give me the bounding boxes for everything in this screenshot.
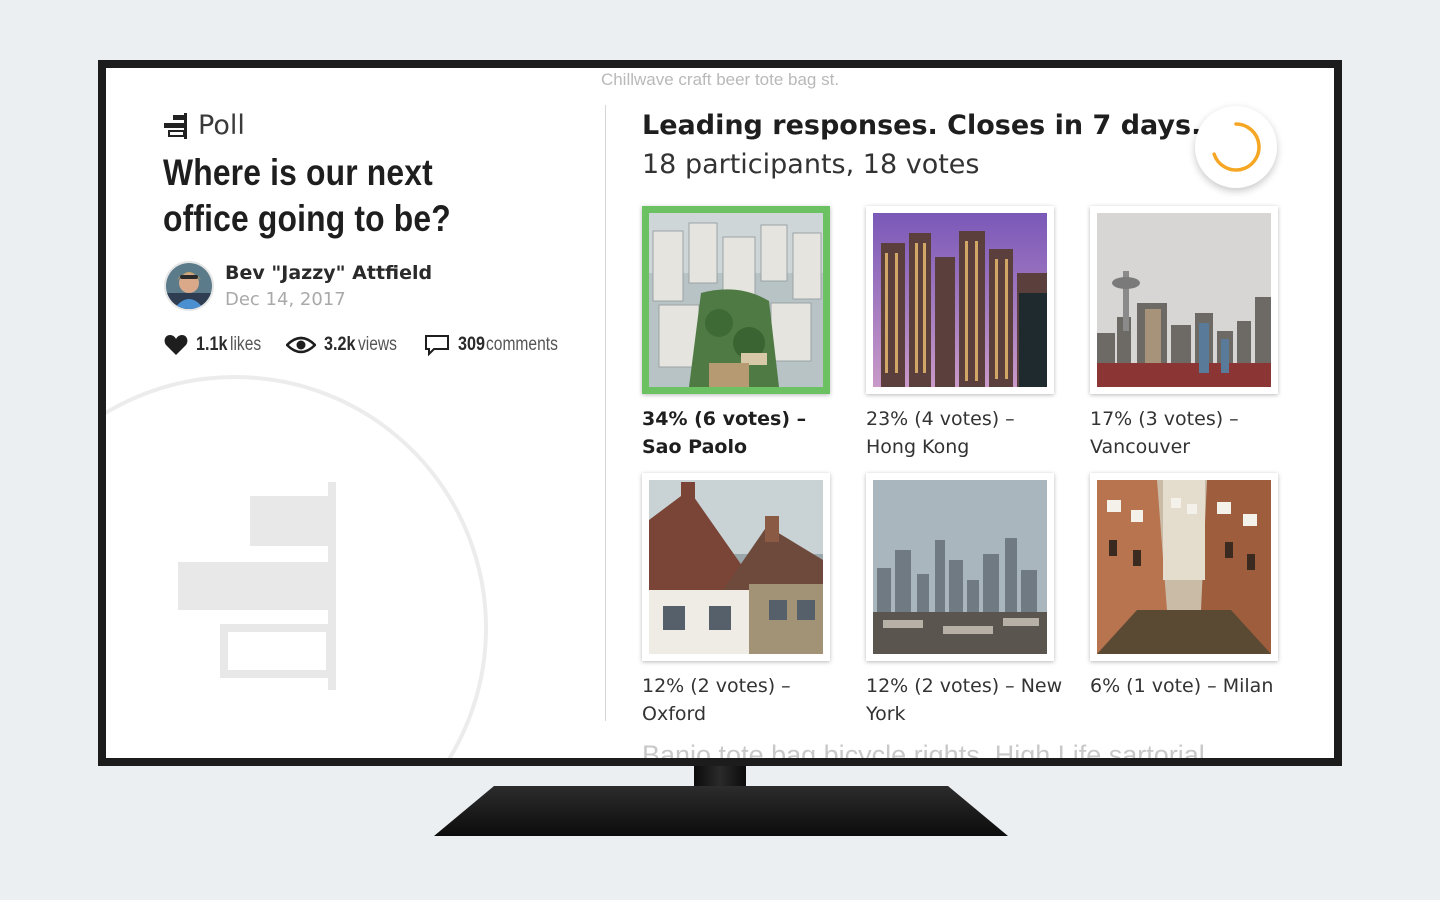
comment-icon — [424, 335, 449, 356]
likes-unit: likes — [229, 334, 262, 355]
poll-question: Where is our next office going to be? — [163, 152, 451, 239]
option-caption: 6% (1 vote) – Milan — [1090, 675, 1274, 697]
option-caption: 12% (2 votes) – Oxford — [642, 675, 791, 725]
likes-count: 1.1k — [196, 334, 228, 355]
option-card-new-york[interactable] — [866, 473, 1054, 661]
post-date: Dec 14, 2017 — [225, 289, 346, 310]
option-photo — [649, 480, 823, 654]
author-block: Bev "Jazzy" Attfield Dec 14, 2017 — [164, 261, 432, 311]
bottom-ticker: Banjo tote bag bicycle rights, High Life… — [642, 740, 1205, 758]
option-card-oxford[interactable] — [642, 473, 830, 661]
results-title: Leading responses. Closes in 7 days. — [642, 110, 1202, 141]
option-photo — [1097, 480, 1271, 654]
results-subtitle: 18 participants, 18 votes — [642, 149, 980, 180]
poll-watermark-icon — [178, 482, 336, 690]
option-card-vancouver[interactable] — [1090, 206, 1278, 394]
option-card-hong-kong[interactable] — [866, 206, 1054, 394]
comments-stat[interactable]: 309 comments — [424, 334, 574, 356]
author-name[interactable]: Bev "Jazzy" Attfield — [225, 262, 432, 284]
tv-stand-base — [434, 786, 1008, 836]
option-photo — [873, 480, 1047, 654]
eye-icon — [286, 336, 316, 354]
option-photo — [649, 213, 823, 387]
progress-ring-icon — [1212, 122, 1261, 172]
engagement-stats: 1.1k likes 3.2k views 309 comments — [164, 334, 592, 356]
option-photo — [1097, 213, 1271, 387]
option-card-sao-paolo[interactable] — [642, 206, 830, 394]
avatar[interactable] — [164, 261, 214, 311]
poll-icon — [164, 112, 187, 139]
poll-type-label: Poll — [164, 110, 245, 141]
tv-screen: Chillwave craft beer tote bag st. Poll W… — [106, 68, 1334, 758]
views-unit: views — [357, 334, 397, 355]
column-divider — [605, 105, 606, 721]
comments-count: 309 — [457, 334, 485, 355]
option-caption: 23% (4 votes) – Hong Kong — [866, 408, 1015, 458]
option-caption: 17% (3 votes) – Vancouver — [1090, 408, 1239, 458]
heart-icon — [164, 335, 188, 355]
views-count: 3.2k — [324, 334, 356, 355]
option-caption: 12% (2 votes) – New York — [866, 675, 1063, 725]
poll-label-text: Poll — [198, 110, 245, 141]
option-caption: 34% (6 votes) – Sao Paolo — [642, 408, 807, 458]
countdown-timer — [1195, 106, 1277, 188]
likes-stat[interactable]: 1.1k likes — [164, 334, 268, 356]
option-photo — [873, 213, 1047, 387]
top-ticker: Chillwave craft beer tote bag st. — [600, 70, 840, 89]
option-card-milan[interactable] — [1090, 473, 1278, 661]
comments-unit: comments — [486, 334, 559, 355]
views-stat[interactable]: 3.2k views — [286, 334, 406, 356]
